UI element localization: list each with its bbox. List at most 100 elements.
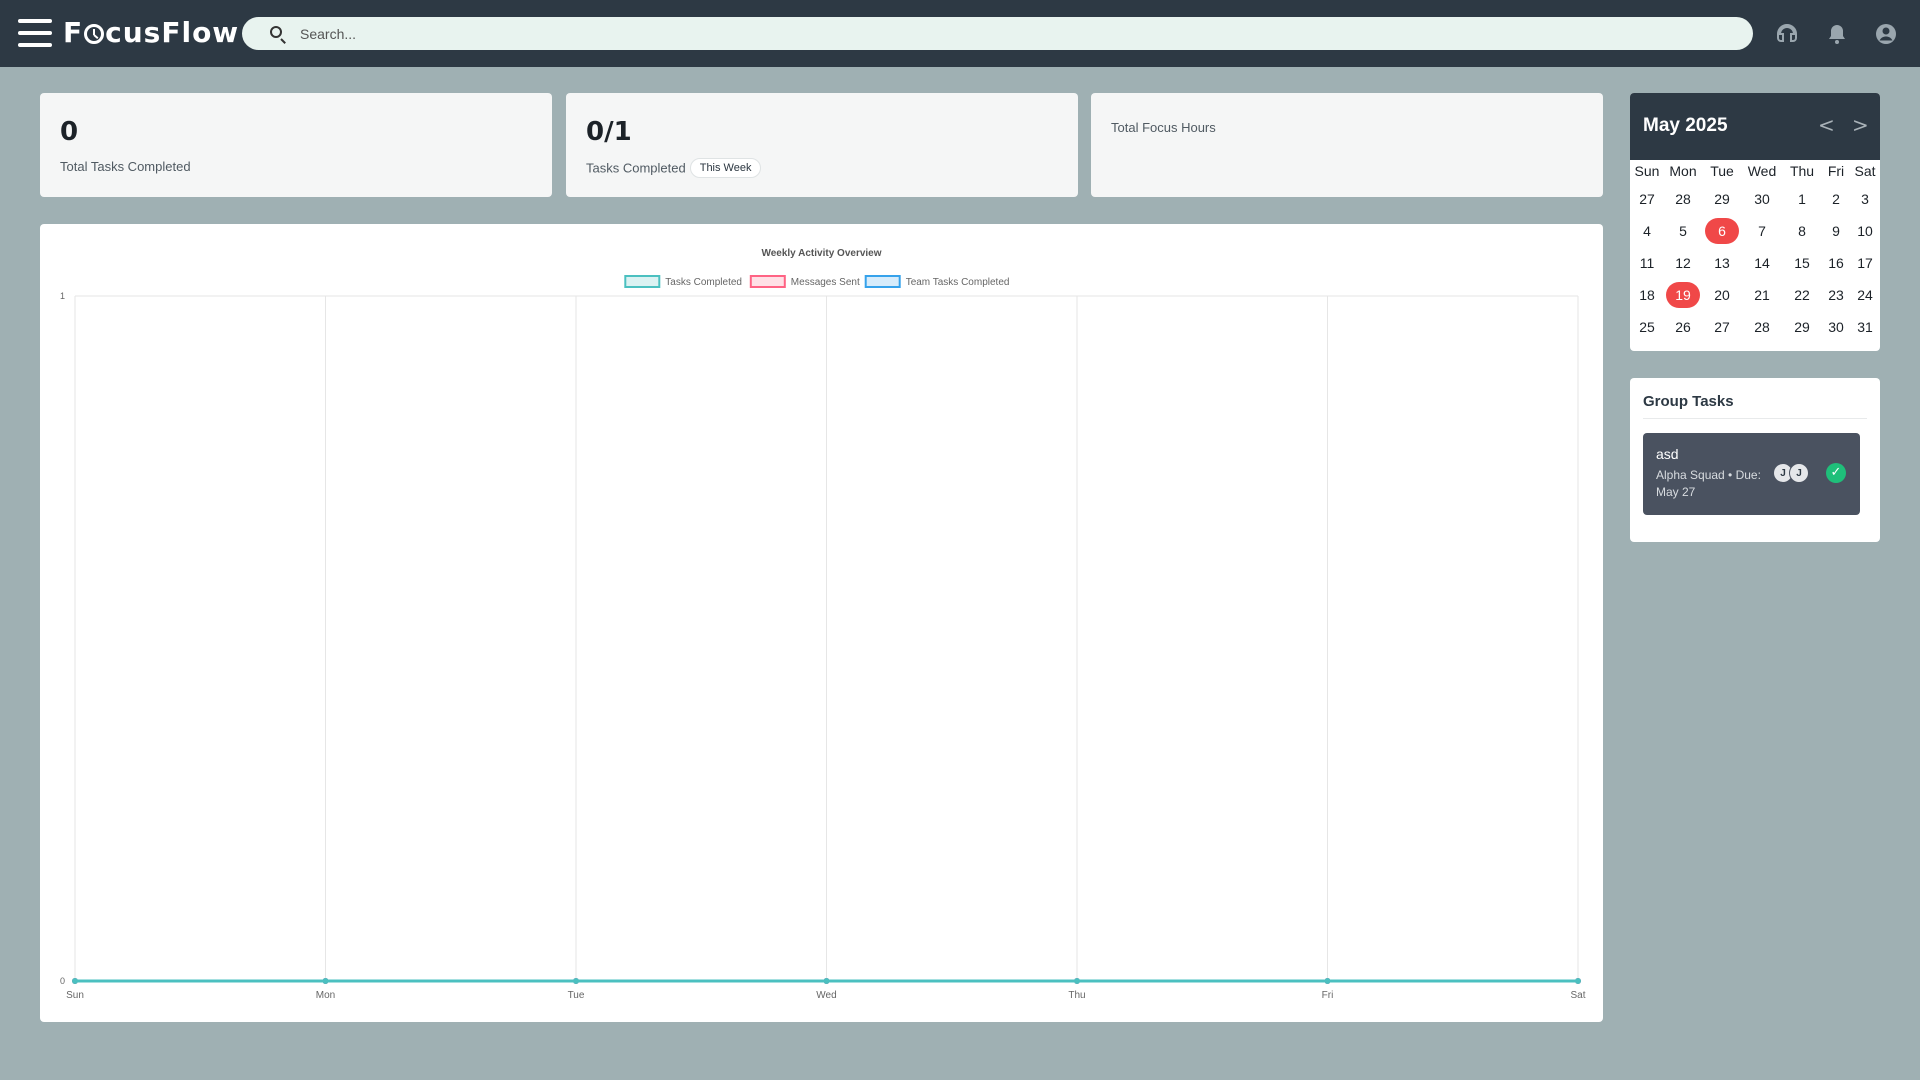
calendar-day-number: 18 [1639, 287, 1655, 303]
calendar-day[interactable]: 24 [1850, 279, 1880, 311]
calendar-day[interactable]: 11 [1630, 247, 1664, 279]
calendar-day[interactable]: 26 [1664, 311, 1702, 343]
calendar-day[interactable]: 31 [1850, 311, 1880, 343]
calendar-day-number: 25 [1639, 319, 1655, 335]
calendar-day-number: 9 [1832, 223, 1840, 239]
calendar-day[interactable]: 29 [1702, 183, 1742, 215]
calendar-day-highlighted[interactable]: 19 [1664, 279, 1702, 311]
x-tick-label: Tue [568, 990, 585, 1001]
calendar-day[interactable]: 29 [1782, 311, 1822, 343]
calendar-grid: Sun Mon Tue Wed Thu Fri Sat 27 28 29 30 1 2 3 4 5 6 7 8 9 10… [1630, 160, 1880, 343]
calendar-weekday: Fri [1827, 163, 1845, 179]
calendar-day[interactable]: 20 [1702, 279, 1742, 311]
calendar: May 2025 < > Sun Mon Tue Wed Thu Fri Sat 27 28 29… [1630, 93, 1880, 351]
calendar-day[interactable]: 4 [1630, 215, 1664, 247]
calendar-day-number: 29 [1714, 191, 1730, 207]
calendar-day[interactable]: 15 [1782, 247, 1822, 279]
calendar-weekday: Wed [1747, 163, 1777, 179]
legend-label: Messages Sent [791, 277, 860, 288]
calendar-day[interactable]: 27 [1630, 183, 1664, 215]
calendar-day-number: 1 [1798, 191, 1806, 207]
calendar-day[interactable]: 14 [1742, 247, 1782, 279]
calendar-day-number: 24 [1857, 287, 1873, 303]
calendar-day[interactable]: 9 [1822, 215, 1850, 247]
support-icon[interactable] [1775, 22, 1799, 46]
calendar-day-number: 5 [1679, 223, 1687, 239]
total-tasks-label: Total Tasks Completed [60, 159, 191, 174]
group-task-card[interactable]: asd Alpha Squad • Due: May 27 J J ✓ [1643, 433, 1860, 515]
data-point [72, 978, 78, 984]
x-tick-label: Mon [316, 990, 335, 1001]
legend-swatch [749, 275, 786, 288]
calendar-day[interactable]: 13 [1702, 247, 1742, 279]
calendar-week-row: 25 26 27 28 29 30 31 [1630, 311, 1880, 343]
calendar-weekday: Thu [1789, 163, 1815, 179]
calendar-day[interactable]: 25 [1630, 311, 1664, 343]
calendar-day-number: 15 [1794, 255, 1810, 271]
calendar-day[interactable]: 30 [1822, 311, 1850, 343]
task-meta: Alpha Squad • Due: May 27 [1656, 468, 1761, 499]
calendar-day-number: 12 [1675, 255, 1691, 271]
calendar-prev-button[interactable]: < [1818, 113, 1835, 137]
calendar-day-number: 13 [1714, 255, 1730, 271]
total-tasks-value: 0 [60, 117, 79, 147]
calendar-day[interactable]: 30 [1742, 183, 1782, 215]
calendar-day-number: 27 [1639, 191, 1655, 207]
calendar-day-number: 3 [1861, 191, 1869, 207]
x-tick-label: Sat [1570, 990, 1585, 1001]
calendar-day[interactable]: 3 [1850, 183, 1880, 215]
this-week-badge[interactable]: This Week [689, 158, 762, 178]
calendar-day[interactable]: 10 [1850, 215, 1880, 247]
avatar[interactable]: J [1789, 463, 1809, 483]
search-icon [270, 26, 282, 38]
calendar-day-highlighted[interactable]: 6 [1702, 215, 1742, 247]
weekly-tasks-label: Tasks Completed [586, 160, 686, 176]
calendar-day[interactable]: 7 [1742, 215, 1782, 247]
group-tasks-panel: Group Tasks asd Alpha Squad • Due: May 2… [1630, 378, 1880, 542]
calendar-day[interactable]: 12 [1664, 247, 1702, 279]
complete-check-icon[interactable]: ✓ [1826, 463, 1846, 483]
account-icon[interactable] [1874, 22, 1898, 46]
calendar-header: May 2025 < > [1630, 93, 1880, 160]
calendar-day[interactable]: 18 [1630, 279, 1664, 311]
calendar-day[interactable]: 2 [1822, 183, 1850, 215]
calendar-day[interactable]: 5 [1664, 215, 1702, 247]
calendar-day[interactable]: 23 [1822, 279, 1850, 311]
x-tick-label: Thu [1068, 990, 1085, 1001]
calendar-day[interactable]: 17 [1850, 247, 1880, 279]
calendar-day[interactable]: 8 [1782, 215, 1822, 247]
calendar-week-row: 11 12 13 14 15 16 17 [1630, 247, 1880, 279]
calendar-day[interactable]: 28 [1742, 311, 1782, 343]
calendar-day[interactable]: 22 [1782, 279, 1822, 311]
calendar-day-number: 16 [1828, 255, 1844, 271]
app-logo[interactable]: FcusFlow [63, 14, 239, 52]
stat-card-focus-hours: Total Focus Hours [1091, 93, 1603, 197]
calendar-day-number: 30 [1754, 191, 1770, 207]
calendar-day-number: 23 [1828, 287, 1844, 303]
y-tick-label: 1 [60, 291, 65, 301]
calendar-day[interactable]: 1 [1782, 183, 1822, 215]
y-tick-label: 0 [60, 976, 65, 986]
calendar-day-number: 20 [1714, 287, 1730, 303]
calendar-day[interactable]: 27 [1702, 311, 1742, 343]
top-bar: FcusFlow [0, 0, 1920, 67]
data-point [1324, 978, 1331, 984]
task-name: asd [1656, 446, 1679, 462]
calendar-day-number: 6 [1705, 218, 1739, 244]
chart-title: Weekly Activity Overview [761, 248, 881, 259]
weekly-activity-chart: Weekly Activity Overview Tasks Completed M… [40, 224, 1603, 1022]
search-bar[interactable] [242, 17, 1753, 50]
calendar-month-title: May 2025 [1643, 115, 1728, 136]
calendar-day[interactable]: 28 [1664, 183, 1702, 215]
calendar-next-button[interactable]: > [1852, 113, 1869, 137]
data-point [823, 978, 830, 984]
menu-icon[interactable] [18, 18, 52, 48]
bell-icon[interactable] [1825, 22, 1849, 46]
calendar-day-number: 17 [1857, 255, 1873, 271]
data-point [573, 978, 579, 984]
stat-card-weekly-tasks: 0/1 Tasks Completed This Week [566, 93, 1078, 197]
calendar-day[interactable]: 21 [1742, 279, 1782, 311]
search-input[interactable] [300, 17, 1730, 50]
legend-swatch [624, 275, 661, 288]
calendar-day[interactable]: 16 [1822, 247, 1850, 279]
